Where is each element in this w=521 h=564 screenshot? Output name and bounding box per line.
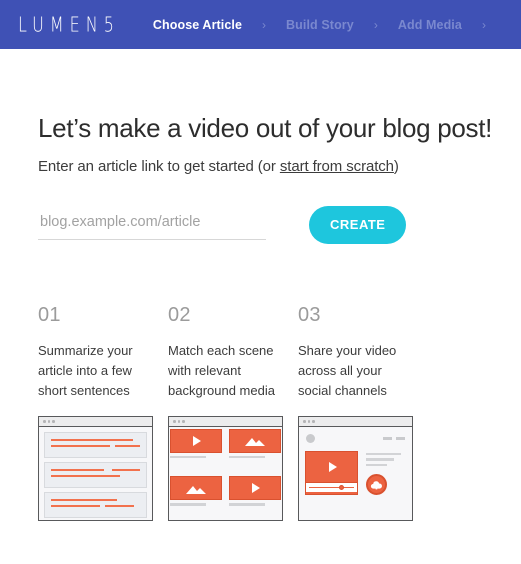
text-line xyxy=(51,504,100,507)
image-icon xyxy=(245,438,265,447)
window-dot-icon xyxy=(312,420,315,423)
text-line xyxy=(51,498,117,501)
media-cell xyxy=(170,476,222,518)
image-icon xyxy=(186,485,206,494)
window-dot-icon xyxy=(52,420,55,423)
media-tile xyxy=(229,476,281,501)
step-number: 03 xyxy=(298,303,321,326)
page-title: Let’s make a video out of your blog post… xyxy=(38,113,493,143)
window-dot-icon xyxy=(303,420,306,423)
text-line xyxy=(51,438,133,441)
cloud-upload-badge xyxy=(366,474,387,496)
share-body xyxy=(304,450,407,496)
cloud-upload-icon xyxy=(370,481,382,490)
progress-handle xyxy=(339,484,344,490)
step-item: 03 Share your video across all your soci… xyxy=(298,304,428,401)
browser-chrome xyxy=(39,416,152,427)
window-dot-icon xyxy=(47,420,50,423)
step-number: 02 xyxy=(168,303,191,326)
text-line-row xyxy=(51,468,140,471)
detail-line xyxy=(366,458,394,461)
workflow-breadcrumb: Choose Article › Build Story › Add Media… xyxy=(153,18,506,32)
window-dot-icon xyxy=(307,420,310,423)
window-dot-icon xyxy=(43,420,46,423)
caption-line xyxy=(229,503,266,506)
nav-step-add-media[interactable]: Add Media xyxy=(398,18,462,32)
text-line xyxy=(51,468,105,471)
step-number: 01 xyxy=(38,303,61,326)
subtitle-text-before: Enter an article link to get started (or xyxy=(38,157,280,175)
nav-step-choose-article[interactable]: Choose Article xyxy=(153,18,242,32)
article-url-input[interactable] xyxy=(38,209,266,241)
media-tile xyxy=(170,476,222,501)
chevron-right-icon: › xyxy=(481,17,486,32)
illustration-share-video xyxy=(298,415,413,521)
illustration-media-grid xyxy=(168,415,283,521)
illustration-cards xyxy=(38,415,521,521)
profile-header xyxy=(304,432,407,443)
media-cell xyxy=(229,428,281,471)
play-icon xyxy=(328,461,337,472)
text-block xyxy=(44,461,147,488)
video-player xyxy=(305,450,358,496)
media-cell xyxy=(229,476,281,518)
text-block xyxy=(44,431,147,458)
step-description: Share your video across all your social … xyxy=(298,342,397,398)
text-line-row xyxy=(51,444,140,447)
window-dot-icon xyxy=(177,420,180,423)
illustration-article-text-blocks xyxy=(38,415,153,521)
header-link-line xyxy=(396,437,405,440)
article-url-form: CREATE xyxy=(38,205,521,244)
text-line-row xyxy=(51,504,140,507)
media-tile xyxy=(170,428,222,453)
detail-line xyxy=(366,463,387,467)
header-link-line xyxy=(383,437,392,440)
steps-list: 01 Summarize your article into a few sho… xyxy=(38,304,521,401)
text-line xyxy=(51,444,110,447)
page-subtitle: Enter an article link to get started (or… xyxy=(38,158,521,175)
caption-line xyxy=(170,455,207,459)
browser-chrome xyxy=(169,416,282,427)
chevron-right-icon: › xyxy=(262,17,267,32)
card-body xyxy=(169,427,282,520)
text-line xyxy=(51,474,121,477)
step-description: Summarize your article into a few short … xyxy=(38,342,133,398)
lumen5-logo[interactable]: LUMEN5 xyxy=(18,14,120,35)
step-item: 01 Summarize your article into a few sho… xyxy=(38,304,168,401)
text-line xyxy=(111,468,140,471)
subtitle-text-after: ) xyxy=(393,157,399,175)
play-icon xyxy=(193,435,201,446)
caption-line xyxy=(229,455,266,459)
card-body xyxy=(299,427,412,520)
window-dot-icon xyxy=(173,420,176,423)
nav-step-build-story[interactable]: Build Story xyxy=(286,18,354,32)
step-item: 02 Match each scene with relevant backgr… xyxy=(168,304,298,401)
step-description: Match each scene with relevant backgroun… xyxy=(168,342,275,398)
video-screen xyxy=(306,452,357,482)
window-dot-icon xyxy=(182,420,185,423)
caption-line xyxy=(170,503,207,506)
top-navigation-bar: LUMEN5 Choose Article › Build Story › Ad… xyxy=(0,0,521,49)
text-line xyxy=(115,444,140,447)
text-line xyxy=(105,504,134,507)
media-cell xyxy=(170,428,222,471)
media-tile xyxy=(229,428,281,453)
main-content: Let’s make a video out of your blog post… xyxy=(0,113,521,521)
chevron-right-icon: › xyxy=(373,17,378,32)
start-from-scratch-link[interactable]: start from scratch xyxy=(280,158,394,175)
progress-bar xyxy=(306,481,357,492)
avatar xyxy=(306,433,315,443)
browser-chrome xyxy=(299,416,412,427)
play-icon xyxy=(252,483,260,494)
detail-line xyxy=(366,452,402,456)
share-details xyxy=(366,451,406,496)
text-block xyxy=(44,491,147,518)
card-body xyxy=(39,427,152,520)
header-links xyxy=(383,437,405,440)
progress-track xyxy=(309,486,354,489)
create-button[interactable]: CREATE xyxy=(309,205,407,244)
